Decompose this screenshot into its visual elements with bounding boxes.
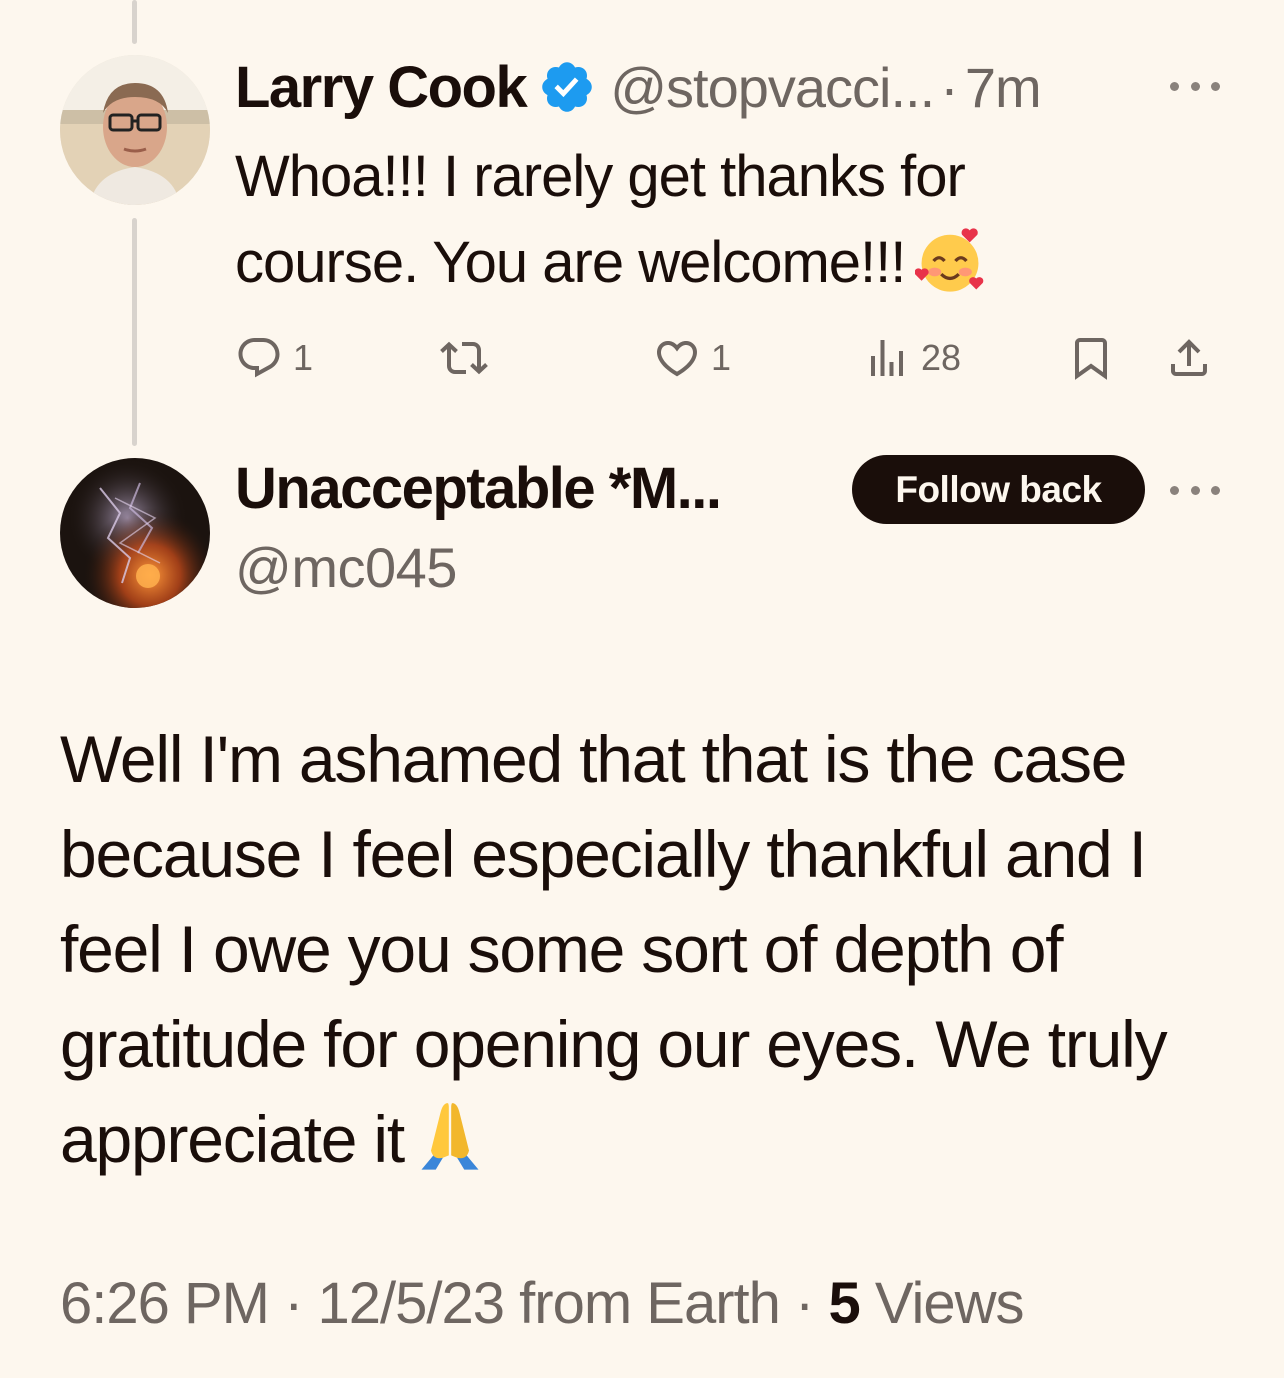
avatar[interactable] [60, 458, 210, 608]
tweet-timestamp[interactable]: 7m [965, 55, 1042, 120]
views-label[interactable]: Views [860, 1271, 1025, 1336]
verified-badge-icon[interactable] [538, 58, 596, 116]
tweet-metadata: 6:26 PM · 12/5/23 from Earth · 5 Views [60, 1270, 1025, 1337]
tweet-body: Whoa!!! I rarely get thanks for course. … [235, 144, 966, 295]
avatar[interactable] [60, 55, 210, 205]
separator-dot: · [779, 1271, 829, 1336]
avatar-photo-mc045 [60, 458, 210, 608]
share-button[interactable] [1165, 330, 1213, 386]
tweet-thread: Larry Cook @stopvacci... · 7m Whoa!!! I … [0, 0, 1284, 1378]
views-button[interactable]: 28 [863, 330, 961, 386]
thread-line [132, 218, 137, 446]
share-icon [1171, 339, 1207, 376]
tweet-date-source[interactable]: 12/5/23 from Earth [318, 1271, 781, 1336]
author-handle[interactable]: @mc045 [235, 535, 457, 600]
folded-hands-icon [412, 1096, 488, 1172]
main-tweet-text: Well I'm ashamed that that is the case b… [60, 712, 1240, 1187]
like-count: 1 [711, 337, 732, 378]
views-count[interactable]: 5 [828, 1271, 860, 1336]
bookmark-button[interactable] [1067, 330, 1115, 386]
reply-tweet-header: Larry Cook @stopvacci... · 7m [235, 52, 1042, 122]
tweet-time[interactable]: 6:26 PM [60, 1271, 270, 1336]
retweet-icon [440, 341, 488, 375]
separator-dot: · [269, 1271, 318, 1336]
reply-tweet-text: Whoa!!! I rarely get thanks for course. … [235, 134, 1135, 306]
heart-icon [656, 341, 698, 377]
like-button[interactable]: 1 [653, 330, 731, 386]
views-count: 28 [921, 337, 962, 378]
author-name[interactable]: Larry Cook [235, 54, 528, 121]
reply-icon [238, 338, 280, 378]
more-options-icon[interactable] [1170, 76, 1220, 96]
author-name[interactable]: Unacceptable *M... [235, 455, 722, 522]
separator-dot: · [940, 55, 959, 119]
tweet-body: Well I'm ashamed that that is the case b… [60, 722, 1168, 1176]
more-options-icon[interactable] [1170, 480, 1220, 500]
avatar-photo-larry-cook [60, 55, 210, 205]
reply-count: 1 [293, 337, 314, 378]
reply-button[interactable]: 1 [235, 330, 313, 386]
author-handle[interactable]: @stopvacci... [610, 55, 935, 120]
smiling-face-with-hearts-icon [915, 226, 985, 296]
thread-line [132, 0, 137, 44]
views-chart-icon [871, 340, 903, 376]
bookmark-icon [1075, 338, 1107, 380]
retweet-button[interactable] [440, 330, 488, 386]
follow-back-button[interactable]: Follow back [852, 455, 1145, 524]
tweet-actions: 1 1 28 [235, 330, 1225, 386]
